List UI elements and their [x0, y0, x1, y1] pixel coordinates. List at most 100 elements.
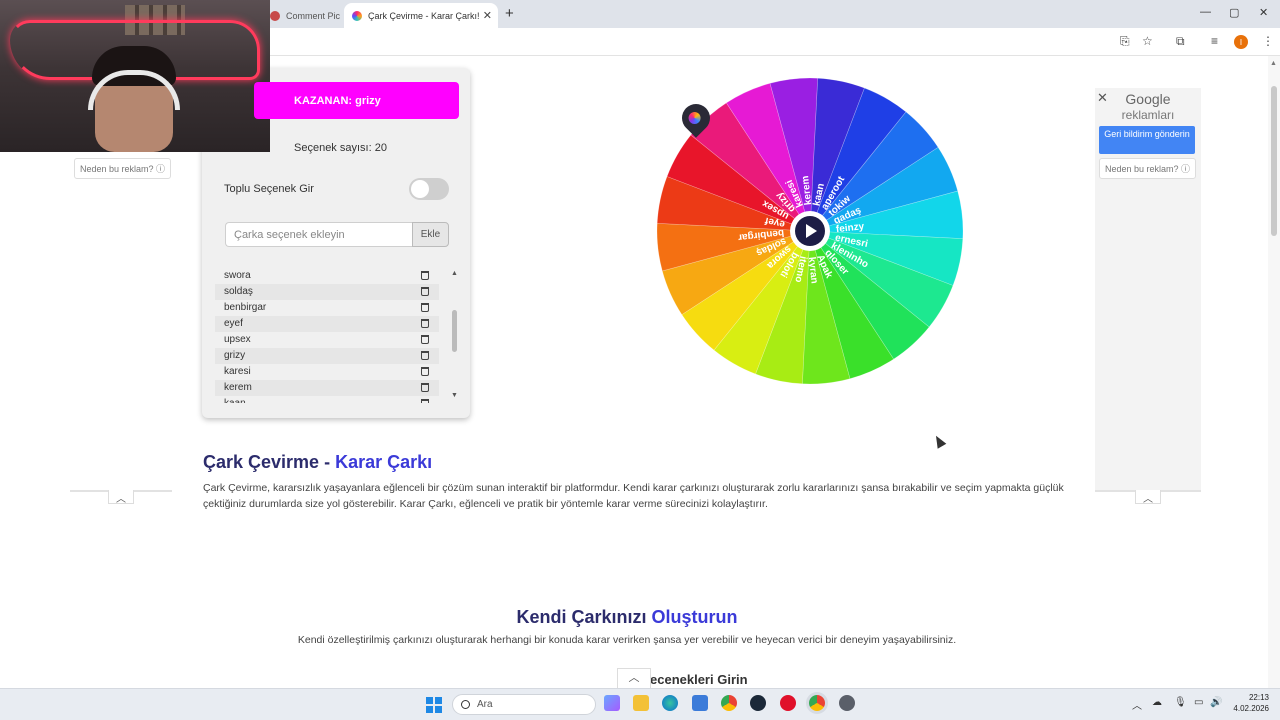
store-icon[interactable]	[692, 695, 708, 711]
mic-icon[interactable]: 🎙	[1174, 697, 1187, 708]
toggle-knob	[411, 180, 429, 198]
bulk-entry-label: Toplu Seçenek Gir	[224, 183, 314, 195]
option-input[interactable]	[225, 222, 413, 247]
pointer-dot	[686, 109, 704, 127]
list-scroll-thumb[interactable]	[452, 310, 457, 352]
bookmark-star-icon[interactable]: ☆	[1142, 34, 1153, 48]
trash-icon[interactable]	[421, 335, 429, 344]
option-label: swora	[224, 270, 251, 281]
extensions-icon[interactable]: ⧉	[1176, 34, 1185, 49]
ad-feedback-button[interactable]: Geri bildirim gönderin	[1099, 126, 1195, 154]
ad-fold-left: ︿	[70, 490, 172, 508]
list-item: kerem	[215, 380, 439, 396]
profile-avatar[interactable]: I	[1234, 35, 1248, 49]
tray-chevron-icon[interactable]: ︿	[1132, 697, 1142, 712]
ad-why-left[interactable]: Neden bu reklam? ⓘ	[74, 158, 172, 179]
tab-cark-cevirme[interactable]: Çark Çevirme - Karar Çarkı! ✕	[344, 3, 498, 28]
maximize-button[interactable]: ▢	[1229, 6, 1239, 19]
option-label: benbirgar	[224, 302, 267, 313]
list-item: eyef	[215, 316, 439, 332]
search-placeholder: Ara	[477, 699, 493, 710]
option-label: upsex	[224, 334, 251, 345]
page-description: Çark Çevirme, kararsızlık yaşayanlara eğ…	[203, 482, 1064, 510]
ad-google-label: Google	[1125, 91, 1171, 107]
create-title-part1: Kendi Çarkınızı	[516, 607, 652, 627]
chevron-up-icon[interactable]: ︿	[617, 668, 651, 688]
option-label: soldaş	[224, 286, 253, 297]
taskbar-clock[interactable]: 22:13 4.02.2026	[1231, 692, 1269, 714]
tab-comment-picker[interactable]: Comment Pic	[262, 3, 342, 28]
trash-icon[interactable]	[421, 351, 429, 360]
trash-icon[interactable]	[421, 399, 429, 403]
install-app-icon[interactable]: ⎘	[1120, 34, 1130, 49]
close-tab-icon[interactable]: ✕	[483, 9, 492, 22]
webcam-overlay	[0, 0, 270, 152]
options-list-scrollbar[interactable]: ▲ ▼	[451, 270, 459, 400]
chevron-up-icon[interactable]: ︿	[1135, 490, 1161, 505]
chevron-up-icon[interactable]: ︿	[108, 490, 134, 505]
trash-icon[interactable]	[421, 319, 429, 328]
list-item: karesi	[215, 364, 439, 380]
steam-icon[interactable]	[750, 695, 766, 711]
ad-why-right[interactable]: Neden bu reklam? ⓘ	[1099, 158, 1197, 179]
clock-date: 4.02.2026	[1233, 704, 1269, 713]
scroll-up-icon[interactable]: ▲	[451, 270, 458, 277]
add-option-button[interactable]: Ekle	[412, 222, 449, 247]
trash-icon[interactable]	[421, 287, 429, 296]
option-label: eyef	[224, 318, 243, 329]
winner-banner: KAZANAN: grizy	[254, 82, 459, 119]
options-heading: ecenekleri Girin	[650, 672, 748, 687]
mouse-cursor-icon	[931, 433, 947, 449]
copilot-icon[interactable]	[604, 695, 620, 711]
tab-favicon-icon	[270, 10, 280, 21]
app-icon[interactable]	[839, 695, 855, 711]
list-item: upsex	[215, 332, 439, 348]
title-part1: Çark Çevirme -	[203, 452, 336, 472]
opera-icon[interactable]	[780, 695, 796, 711]
scrollbar-thumb[interactable]	[1271, 86, 1277, 236]
option-label: kaan	[224, 398, 246, 403]
options-list: swora soldaş benbirgar eyef upsex grizy …	[215, 268, 461, 403]
search-icon	[461, 700, 470, 709]
list-item: swora	[215, 268, 439, 284]
ad-fold-right: ︿	[1095, 490, 1201, 508]
cloud-icon[interactable]: ☁	[1152, 697, 1162, 708]
trash-icon[interactable]	[421, 303, 429, 312]
scroll-down-icon[interactable]: ▼	[451, 392, 458, 399]
trash-icon[interactable]	[421, 367, 429, 376]
edge-icon[interactable]	[662, 695, 678, 711]
option-label: grizy	[224, 350, 246, 361]
trash-icon[interactable]	[421, 271, 429, 280]
option-label: karesi	[224, 366, 251, 377]
volume-icon[interactable]: 🔊	[1210, 697, 1222, 708]
chrome-active-icon[interactable]	[809, 695, 825, 711]
create-title: Kendi Çarkınızı Oluşturun	[0, 607, 1254, 628]
create-title-part2: Oluşturun	[651, 607, 738, 627]
trash-icon[interactable]	[421, 383, 429, 392]
close-window-button[interactable]: ✕	[1259, 6, 1268, 19]
scroll-up-icon[interactable]: ▲	[1270, 60, 1277, 67]
minimize-button[interactable]: —	[1200, 6, 1211, 18]
bulk-entry-toggle[interactable]	[409, 178, 449, 200]
tab-label: Çark Çevirme - Karar Çarkı!	[368, 10, 480, 21]
create-description: Kendi özelleştirilmiş çarkınızı oluştura…	[297, 634, 957, 646]
file-explorer-icon[interactable]	[633, 695, 649, 711]
title-part2: Karar Çarkı	[335, 452, 433, 472]
chrome-icon[interactable]	[721, 695, 737, 711]
taskbar-search[interactable]: Ara	[452, 694, 596, 715]
tab-favicon-icon	[352, 10, 362, 21]
option-label: kerem	[224, 382, 252, 393]
media-icon[interactable]: ≡	[1211, 34, 1218, 48]
menu-kebab-icon[interactable]: ⋮	[1262, 34, 1274, 48]
page-title: Çark Çevirme - Karar Çarkı	[203, 452, 432, 473]
page-scrollbar[interactable]: ▲	[1268, 56, 1280, 688]
list-item: grizy	[215, 348, 439, 364]
tab-label: Comment Pic	[286, 10, 341, 21]
list-item: kaan	[215, 396, 439, 403]
display-icon[interactable]: ▭	[1194, 697, 1203, 708]
new-tab-button[interactable]: +	[505, 5, 514, 22]
ad-right: ✕ Google reklamları Geri bildirim gönder…	[1095, 88, 1201, 492]
clock-time: 22:13	[1248, 693, 1269, 702]
windows-start-icon[interactable]	[426, 697, 442, 713]
list-item: benbirgar	[215, 300, 439, 316]
